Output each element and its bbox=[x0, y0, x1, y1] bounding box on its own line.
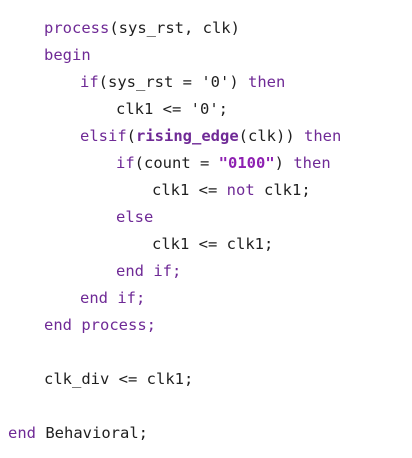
code-line-7: clk1 <= not clk1; bbox=[152, 180, 311, 200]
code-line-10: end if; bbox=[116, 261, 181, 281]
code-line-8: else bbox=[116, 207, 153, 227]
code-token: process bbox=[44, 19, 110, 37]
code-token: if bbox=[116, 154, 135, 172]
code-token: "0100" bbox=[218, 154, 275, 172]
code-line-3: if(sys_rst = '0') then bbox=[80, 72, 285, 92]
code-line-11: end if; bbox=[80, 288, 145, 308]
code-token: (sys_rst = '0') bbox=[98, 73, 248, 91]
code-token: (clk)) bbox=[238, 127, 304, 145]
code-token: not bbox=[226, 181, 255, 199]
code-line-12: end process; bbox=[44, 315, 156, 335]
code-token: end if; bbox=[116, 262, 182, 280]
code-token: Behavioral; bbox=[36, 424, 148, 442]
code-line-5: elsif(rising_edge(clk)) then bbox=[80, 126, 341, 146]
code-token: clk1; bbox=[254, 181, 311, 199]
code-line-6: if(count = "0100") then bbox=[116, 153, 331, 173]
code-token: clk1 <= '0'; bbox=[116, 100, 228, 118]
code-token: then bbox=[293, 154, 331, 172]
code-line-9: clk1 <= clk1; bbox=[152, 234, 273, 254]
code-line-16: end Behavioral; bbox=[8, 423, 148, 443]
code-token: end process; bbox=[44, 316, 156, 334]
code-token: else bbox=[116, 208, 154, 226]
code-token: if bbox=[80, 73, 99, 91]
code-token: clk1 <= clk1; bbox=[152, 235, 274, 253]
code-token: rising_edge bbox=[136, 127, 239, 145]
code-token: begin bbox=[44, 46, 91, 64]
code-token: (count = bbox=[134, 154, 219, 172]
code-token: elsif bbox=[80, 127, 127, 145]
code-line-2: begin bbox=[44, 45, 91, 65]
code-token: end bbox=[8, 424, 36, 442]
code-token: then bbox=[304, 127, 342, 145]
code-token: end if; bbox=[80, 289, 146, 307]
code-token: clk1 <= bbox=[152, 181, 227, 199]
code-token: ( bbox=[126, 127, 137, 145]
code-token: (sys_rst, clk) bbox=[109, 19, 240, 37]
code-block: process(sys_rst, clk) begin if(sys_rst =… bbox=[0, 0, 412, 458]
code-token: then bbox=[247, 73, 286, 91]
code-line-4: clk1 <= '0'; bbox=[116, 99, 228, 119]
code-token: clk_div <= clk1; bbox=[44, 370, 194, 388]
code-line-1: process(sys_rst, clk) bbox=[44, 18, 240, 38]
code-token: ) bbox=[274, 154, 294, 172]
code-line-14: clk_div <= clk1; bbox=[44, 369, 193, 389]
